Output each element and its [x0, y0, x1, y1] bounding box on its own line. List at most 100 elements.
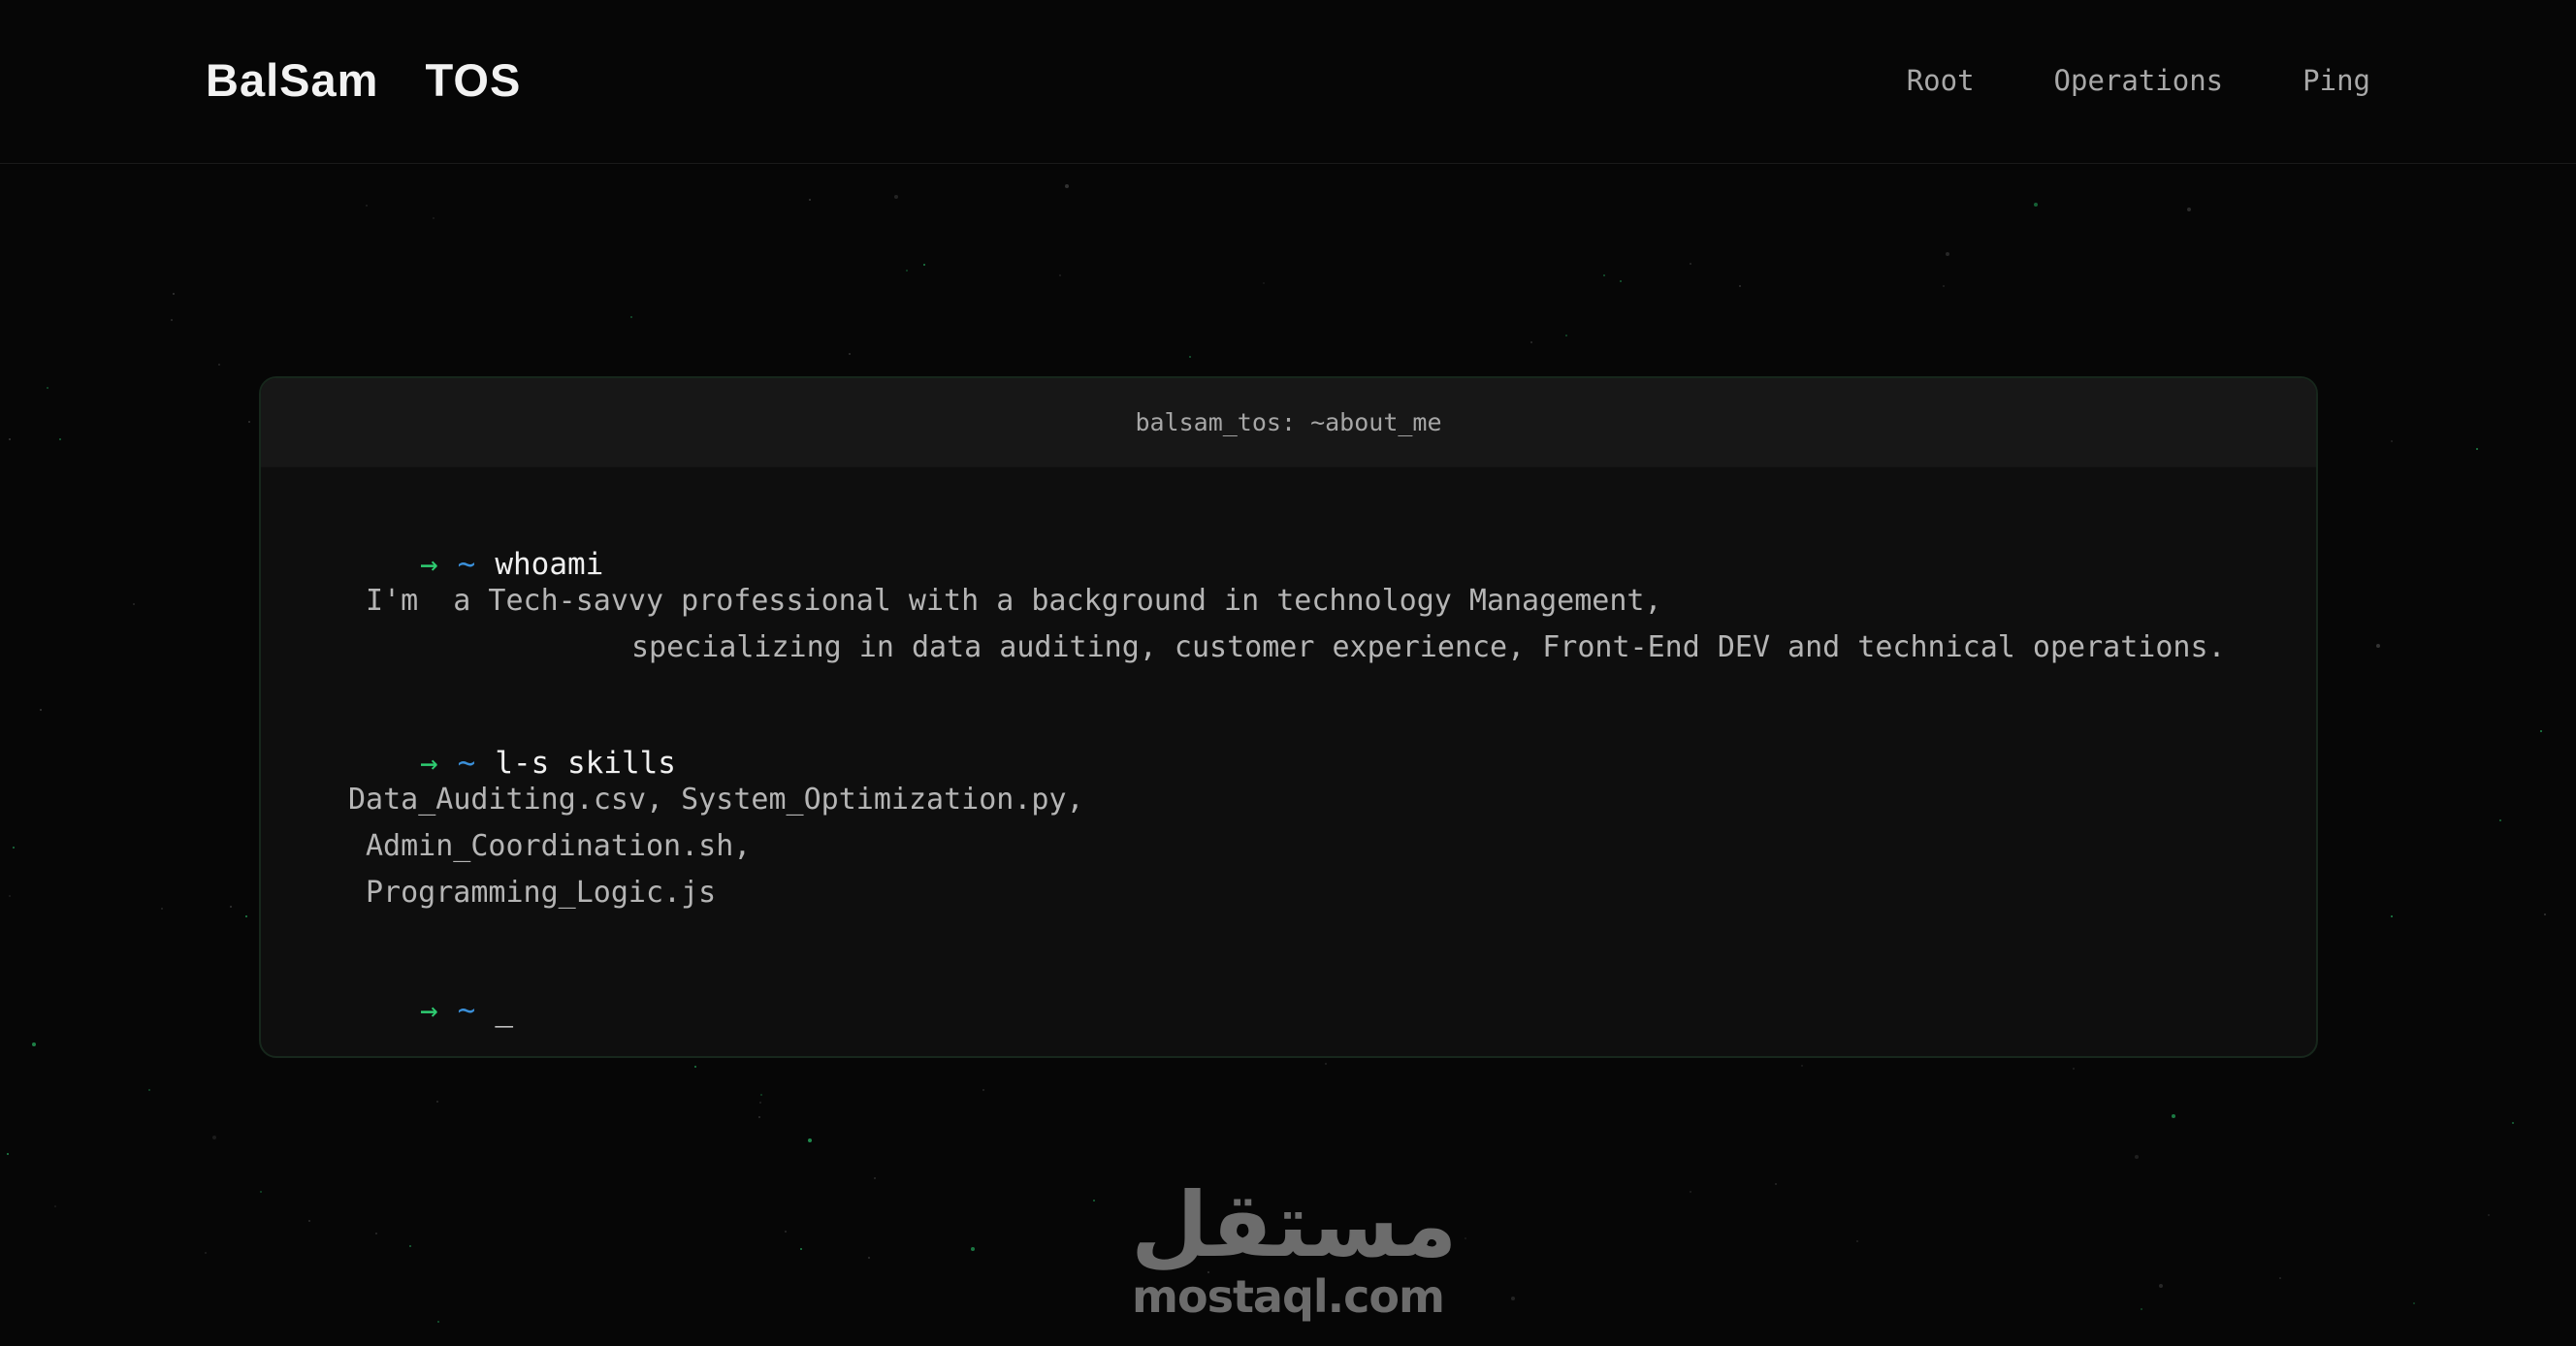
star-dot	[1946, 252, 1949, 256]
star-dot	[1511, 1297, 1515, 1300]
star-dot	[971, 1247, 975, 1251]
star-dot	[760, 1094, 762, 1096]
star-dot	[759, 1102, 761, 1104]
star-dot	[2135, 1155, 2139, 1159]
star-dot	[906, 270, 908, 272]
nav-link-root[interactable]: Root	[1907, 64, 1975, 97]
star-dot	[1065, 184, 1069, 188]
star-dot	[218, 364, 220, 366]
star-dot	[1189, 356, 1191, 358]
star-dot	[2544, 913, 2546, 915]
star-dot	[2512, 1122, 2514, 1124]
star-dot	[245, 915, 247, 917]
star-dot	[13, 847, 15, 849]
star-dot	[1465, 1237, 1466, 1239]
terminal-window: balsam_tos: ~about_me → ~ whoami I'm a Tec…	[259, 376, 2318, 1058]
watermark-latin: mostaql.com	[1132, 1270, 1445, 1323]
star-dot	[9, 438, 11, 440]
prompt-tilde: ~	[457, 993, 476, 1028]
prompt-arrow-icon: →	[419, 746, 438, 781]
terminal-body: → ~ whoami I'm a Tech-savvy professional w…	[261, 467, 2316, 1056]
star-dot	[433, 217, 435, 219]
prompt-tilde: ~	[457, 746, 476, 781]
watermark-arabic: مستقل	[1131, 1173, 1458, 1277]
star-dot	[894, 195, 898, 199]
nav-link-ping[interactable]: Ping	[2302, 64, 2370, 97]
prompt-line-active[interactable]: → ~ _	[311, 966, 513, 1056]
star-dot	[800, 1248, 802, 1250]
star-dot	[40, 709, 42, 711]
star-dot	[212, 1136, 216, 1139]
star-dot	[2476, 448, 2478, 450]
star-dot	[248, 421, 250, 423]
star-dot	[2391, 915, 2393, 917]
star-dot	[1603, 274, 1605, 276]
star-dot	[1690, 263, 1691, 265]
star-dot	[1530, 341, 1532, 343]
star-dot	[809, 199, 811, 201]
star-dot	[2141, 1308, 2142, 1310]
star-dot	[171, 319, 173, 321]
star-dot	[260, 1191, 262, 1193]
star-dot	[2279, 1277, 2281, 1279]
star-dot	[409, 1245, 411, 1247]
prompt-arrow-icon: →	[419, 547, 438, 582]
star-dot	[230, 906, 232, 908]
star-dot	[849, 353, 851, 355]
star-dot	[2499, 819, 2501, 821]
star-dot	[2172, 1114, 2175, 1118]
star-dot	[2488, 1214, 2490, 1216]
prompt-arrow-icon: →	[419, 993, 438, 1028]
star-dot	[1263, 282, 1265, 284]
star-dot	[133, 603, 135, 605]
star-dot	[2159, 1284, 2163, 1288]
star-dot	[173, 293, 175, 295]
star-dot	[437, 1321, 439, 1323]
watermark-logo: مستقل mostaql.com	[1131, 1173, 1458, 1323]
terminal-cursor: _	[495, 993, 513, 1028]
star-dot	[874, 1177, 876, 1179]
star-dot	[1620, 280, 1622, 282]
nav-link-operations[interactable]: Operations	[2054, 64, 2224, 97]
star-dot	[7, 1153, 9, 1155]
command-text: l-s skills	[495, 746, 676, 781]
star-dot	[694, 1066, 696, 1068]
star-dot	[308, 1220, 310, 1222]
terminal-title: balsam_tos: ~about_me	[261, 378, 2316, 467]
site-logo[interactable]: BalSam TOS	[206, 53, 521, 107]
star-dot	[1775, 1183, 1777, 1185]
star-dot	[32, 1042, 36, 1046]
site-header: BalSam TOS Root Operations Ping	[0, 0, 2576, 164]
star-dot	[1856, 1240, 1858, 1242]
star-dot	[2034, 203, 2038, 207]
output-line: Data_Auditing.csv, System_Optimization.p…	[348, 783, 1084, 817]
star-dot	[1325, 1063, 1327, 1065]
star-dot	[2187, 208, 2191, 211]
star-dot	[1565, 335, 1567, 336]
star-dot	[366, 205, 368, 207]
output-line: specializing in data auditing, customer …	[631, 630, 2226, 664]
output-line: Admin_Coordination.sh,	[366, 829, 752, 863]
star-dot	[9, 895, 11, 897]
star-dot	[808, 1138, 812, 1142]
star-dot	[2376, 644, 2380, 648]
star-dot	[785, 1231, 787, 1233]
star-dot	[205, 1252, 207, 1254]
star-dot	[1943, 285, 1945, 287]
output-line: I'm a Tech-savvy professional with a bac…	[366, 584, 1662, 618]
star-dot	[148, 1089, 150, 1091]
star-dot	[1093, 1200, 1095, 1202]
star-dot	[59, 438, 61, 440]
star-dot	[2413, 1302, 2415, 1304]
command-text: whoami	[495, 547, 604, 582]
star-dot	[982, 1089, 984, 1091]
star-dot	[2391, 440, 2393, 442]
star-dot	[161, 908, 163, 910]
prompt-tilde: ~	[457, 547, 476, 582]
star-dot	[1739, 285, 1741, 287]
output-line: Programming_Logic.js	[366, 876, 717, 910]
star-dot	[1690, 1191, 1691, 1193]
star-dot	[375, 1233, 377, 1234]
star-dot	[47, 387, 48, 389]
star-dot	[758, 1116, 760, 1118]
